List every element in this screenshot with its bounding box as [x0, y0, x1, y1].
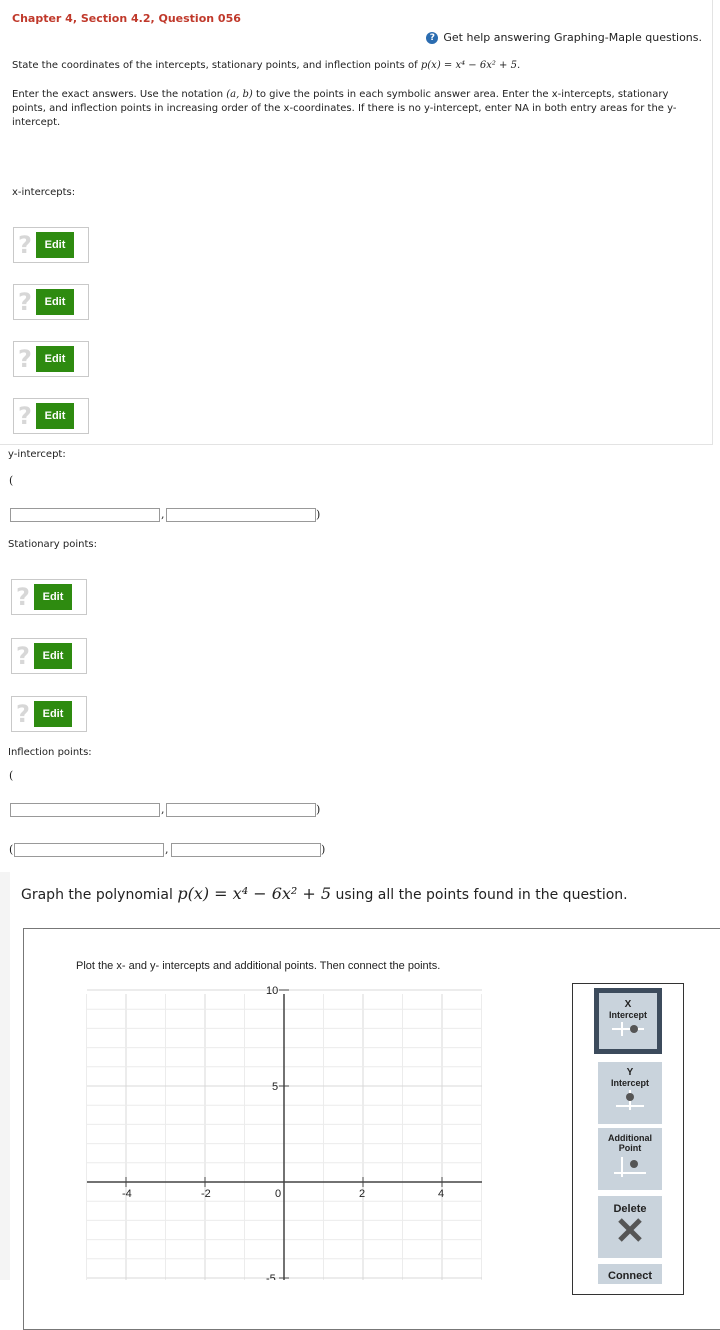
axes [87, 994, 482, 1280]
x-intercept-tool[interactable]: X Intercept [594, 988, 662, 1054]
x-intercept-icon [612, 1022, 644, 1036]
x-tick-label: 4 [438, 1188, 444, 1200]
y-tick-label: -5 [266, 1273, 276, 1280]
delete-tool[interactable]: Delete [598, 1196, 662, 1258]
additional-point-tool[interactable]: Additional Point [598, 1128, 662, 1190]
additional-point-icon [614, 1157, 646, 1177]
x-tick-label: -2 [201, 1188, 211, 1200]
x-tick-label: 0 [275, 1188, 281, 1200]
delete-x-icon [618, 1218, 642, 1242]
y-tick-label: 10 [266, 985, 278, 997]
y-intercept-icon [616, 1090, 644, 1110]
y-intercept-tool[interactable]: Y Intercept [598, 1062, 662, 1124]
x-tick-label: 2 [359, 1188, 365, 1200]
x-tick-label: -4 [122, 1188, 132, 1200]
y-tick-label: 5 [272, 1081, 278, 1093]
tick-labels: -4 -2 0 2 4 10 5 -5 [122, 985, 444, 1280]
connect-tool[interactable]: Connect [598, 1264, 662, 1284]
